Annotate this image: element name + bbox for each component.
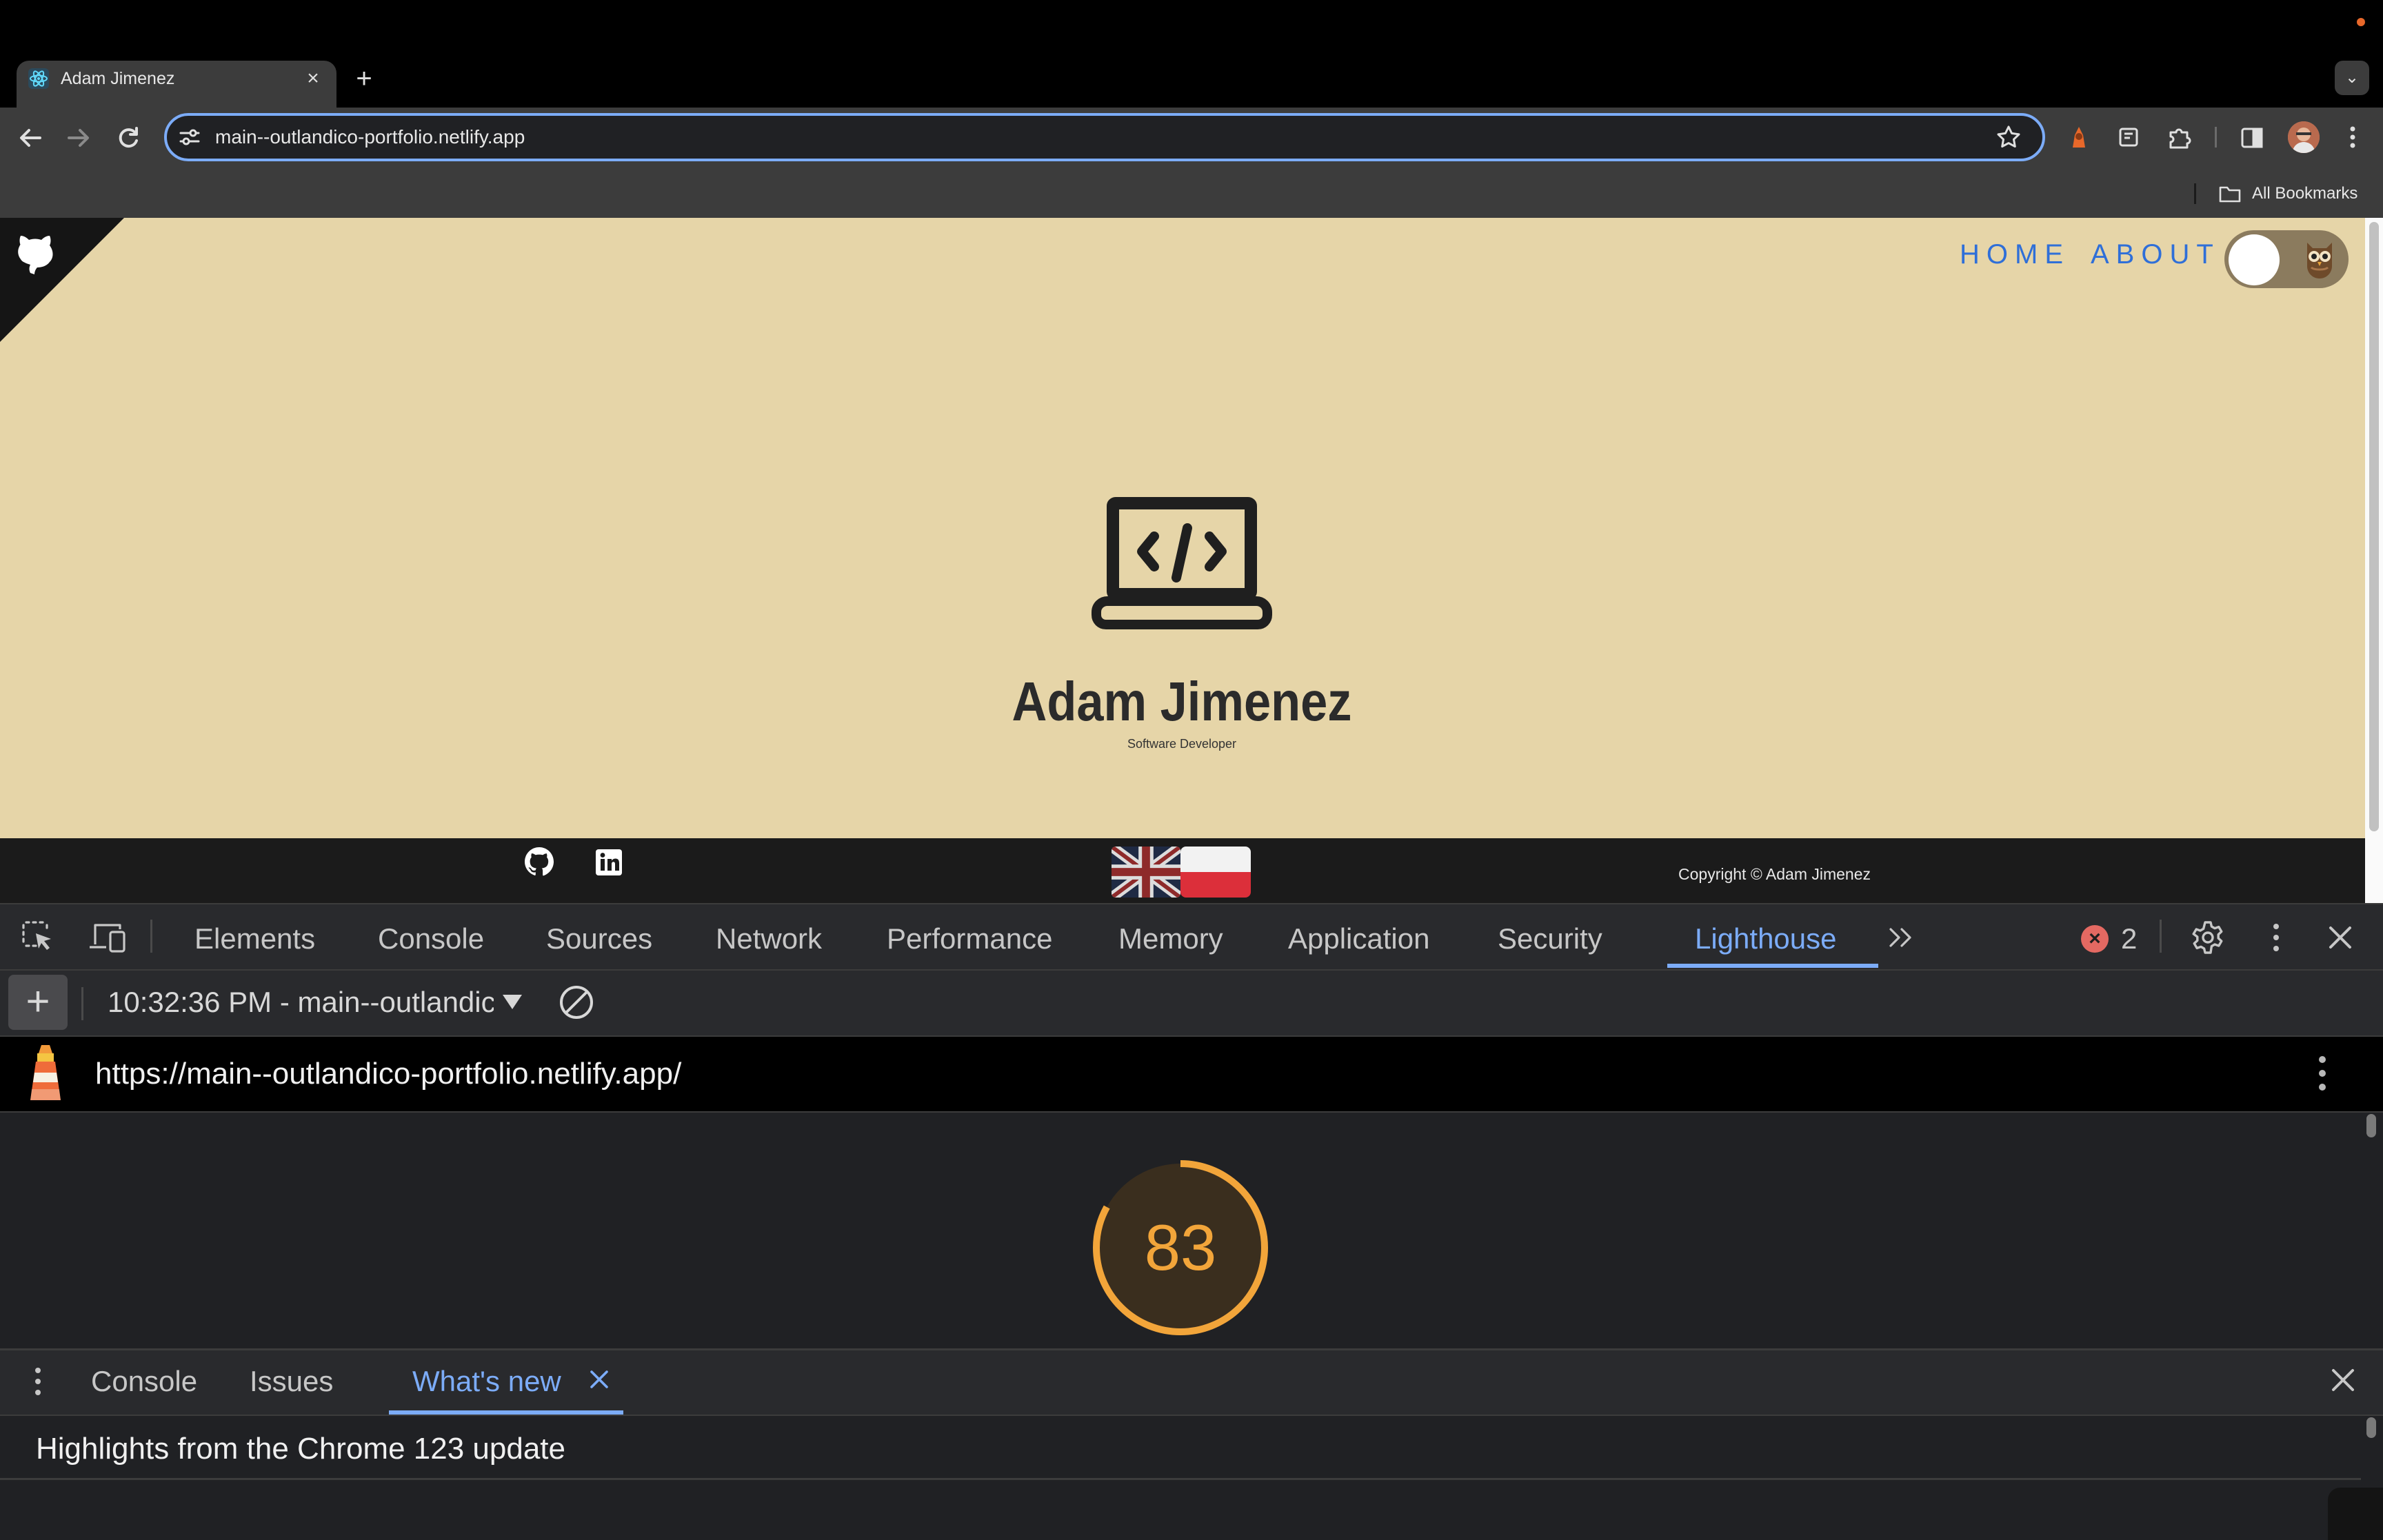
forward-arrow-icon[interactable]: [58, 117, 99, 159]
drawer-tab-issues[interactable]: Issues: [250, 1364, 333, 1399]
site-settings-icon[interactable]: [178, 125, 201, 149]
performance-score: 83: [1144, 1211, 1217, 1284]
react-icon: [28, 68, 49, 89]
devtools-separator: [2160, 920, 2162, 953]
recording-indicator: [2357, 18, 2365, 26]
owl-icon: [2307, 243, 2332, 278]
close-tab-icon[interactable]: [586, 1366, 612, 1392]
footer-copyright: Copyright © Adam Jimenez: [1678, 865, 1871, 883]
inspect-element-icon[interactable]: [21, 920, 55, 954]
devtools-tab-application[interactable]: Application: [1288, 921, 1429, 957]
folder-icon[interactable]: [2218, 182, 2242, 205]
bookmarks-separator: [2194, 183, 2196, 204]
close-icon[interactable]: [2324, 921, 2357, 954]
tab-close-icon[interactable]: ×: [301, 66, 325, 91]
bookmark-star-icon[interactable]: [1995, 124, 2022, 150]
language-flag-english[interactable]: [1112, 847, 1180, 898]
report-scrollbar-thumb[interactable]: [2366, 1114, 2376, 1137]
devtools-tab-console[interactable]: Console: [378, 921, 484, 957]
toggle-knob[interactable]: [2229, 234, 2280, 285]
back-arrow-icon[interactable]: [10, 117, 51, 159]
profile-avatar[interactable]: [2288, 121, 2320, 153]
nav-link-about[interactable]: ABOUT: [2091, 237, 2220, 272]
drawer-tab-whats-new[interactable]: What's new: [412, 1364, 561, 1399]
device-toolbar-icon[interactable]: [88, 921, 127, 953]
dropdown-arrow-icon[interactable]: [501, 991, 524, 1012]
resize-handle[interactable]: [2328, 1488, 2383, 1540]
devtools-tab-network[interactable]: Network: [716, 921, 822, 957]
linkedin-icon[interactable]: [594, 848, 623, 877]
error-count[interactable]: 2: [2121, 921, 2137, 957]
bookmarks-bar: [0, 168, 2383, 218]
report-url: https://main--outlandico-portfolio.netli…: [95, 1057, 682, 1091]
report-selector[interactable]: 10:32:36 PM - main--outlandico-portfolio…: [108, 984, 494, 1020]
github-corner-link[interactable]: [0, 218, 124, 342]
extension-notes-icon[interactable]: [2114, 123, 2143, 152]
hero-subtitle: Software Developer: [1127, 737, 1237, 751]
extension-fox-icon[interactable]: [2064, 123, 2093, 152]
more-tabs-chevron-icon[interactable]: [1884, 918, 1918, 957]
toolbar-separator: [81, 987, 83, 1020]
devtools-separator: [150, 920, 152, 953]
new-tab-button[interactable]: +: [350, 65, 378, 92]
extensions-puzzle-icon[interactable]: [2165, 123, 2194, 152]
lighthouse-icon: [30, 1045, 61, 1100]
clear-reports-icon[interactable]: [557, 983, 596, 1022]
nav-link-home[interactable]: HOME: [1960, 237, 2070, 272]
drawer-tab-console[interactable]: Console: [91, 1364, 197, 1399]
address-bar-url[interactable]: main--outlandico-portfolio.netlify.app: [215, 124, 525, 150]
devtools-tab-memory[interactable]: Memory: [1118, 921, 1223, 957]
devtools-tab-lighthouse[interactable]: Lighthouse: [1695, 921, 1837, 957]
drawer-tab-bar: [0, 1348, 2383, 1415]
page-scrollbar-thumb[interactable]: [2369, 222, 2379, 831]
reload-icon[interactable]: [108, 117, 149, 159]
hero-name: Adam Jimenez: [1012, 671, 1352, 732]
new-report-button[interactable]: +: [8, 975, 68, 1030]
github-icon[interactable]: [523, 845, 556, 878]
drawer-menu-icon[interactable]: [28, 1362, 48, 1401]
chrome-menu-icon[interactable]: [2340, 123, 2365, 152]
devtools-tab-elements[interactable]: Elements: [194, 921, 315, 957]
devtools-tab-sources[interactable]: Sources: [546, 921, 652, 957]
panel-divider: [0, 1478, 2361, 1480]
error-icon[interactable]: ×: [2081, 925, 2109, 953]
whats-new-heading: Highlights from the Chrome 123 update: [36, 1432, 565, 1466]
language-flag-polish[interactable]: [1180, 847, 1251, 898]
tab-title: Adam Jimenez: [61, 69, 175, 88]
tab-search-chevron-icon[interactable]: ⌄: [2335, 61, 2369, 95]
devtools-menu-icon[interactable]: [2264, 920, 2288, 955]
toolbar-separator: [2215, 127, 2217, 148]
drawer-scrollbar-thumb[interactable]: [2366, 1417, 2376, 1438]
devtools-tab-security[interactable]: Security: [1498, 921, 1602, 957]
all-bookmarks-link[interactable]: All Bookmarks: [2252, 182, 2357, 205]
report-menu-icon[interactable]: [2310, 1052, 2335, 1095]
devtools-tab-performance[interactable]: Performance: [887, 921, 1052, 957]
gear-icon[interactable]: [2190, 920, 2226, 955]
laptop-code-icon: [1092, 497, 1272, 629]
active-tab-indicator: [1667, 964, 1878, 968]
close-drawer-icon[interactable]: [2326, 1364, 2360, 1397]
side-panel-icon[interactable]: [2238, 124, 2266, 152]
